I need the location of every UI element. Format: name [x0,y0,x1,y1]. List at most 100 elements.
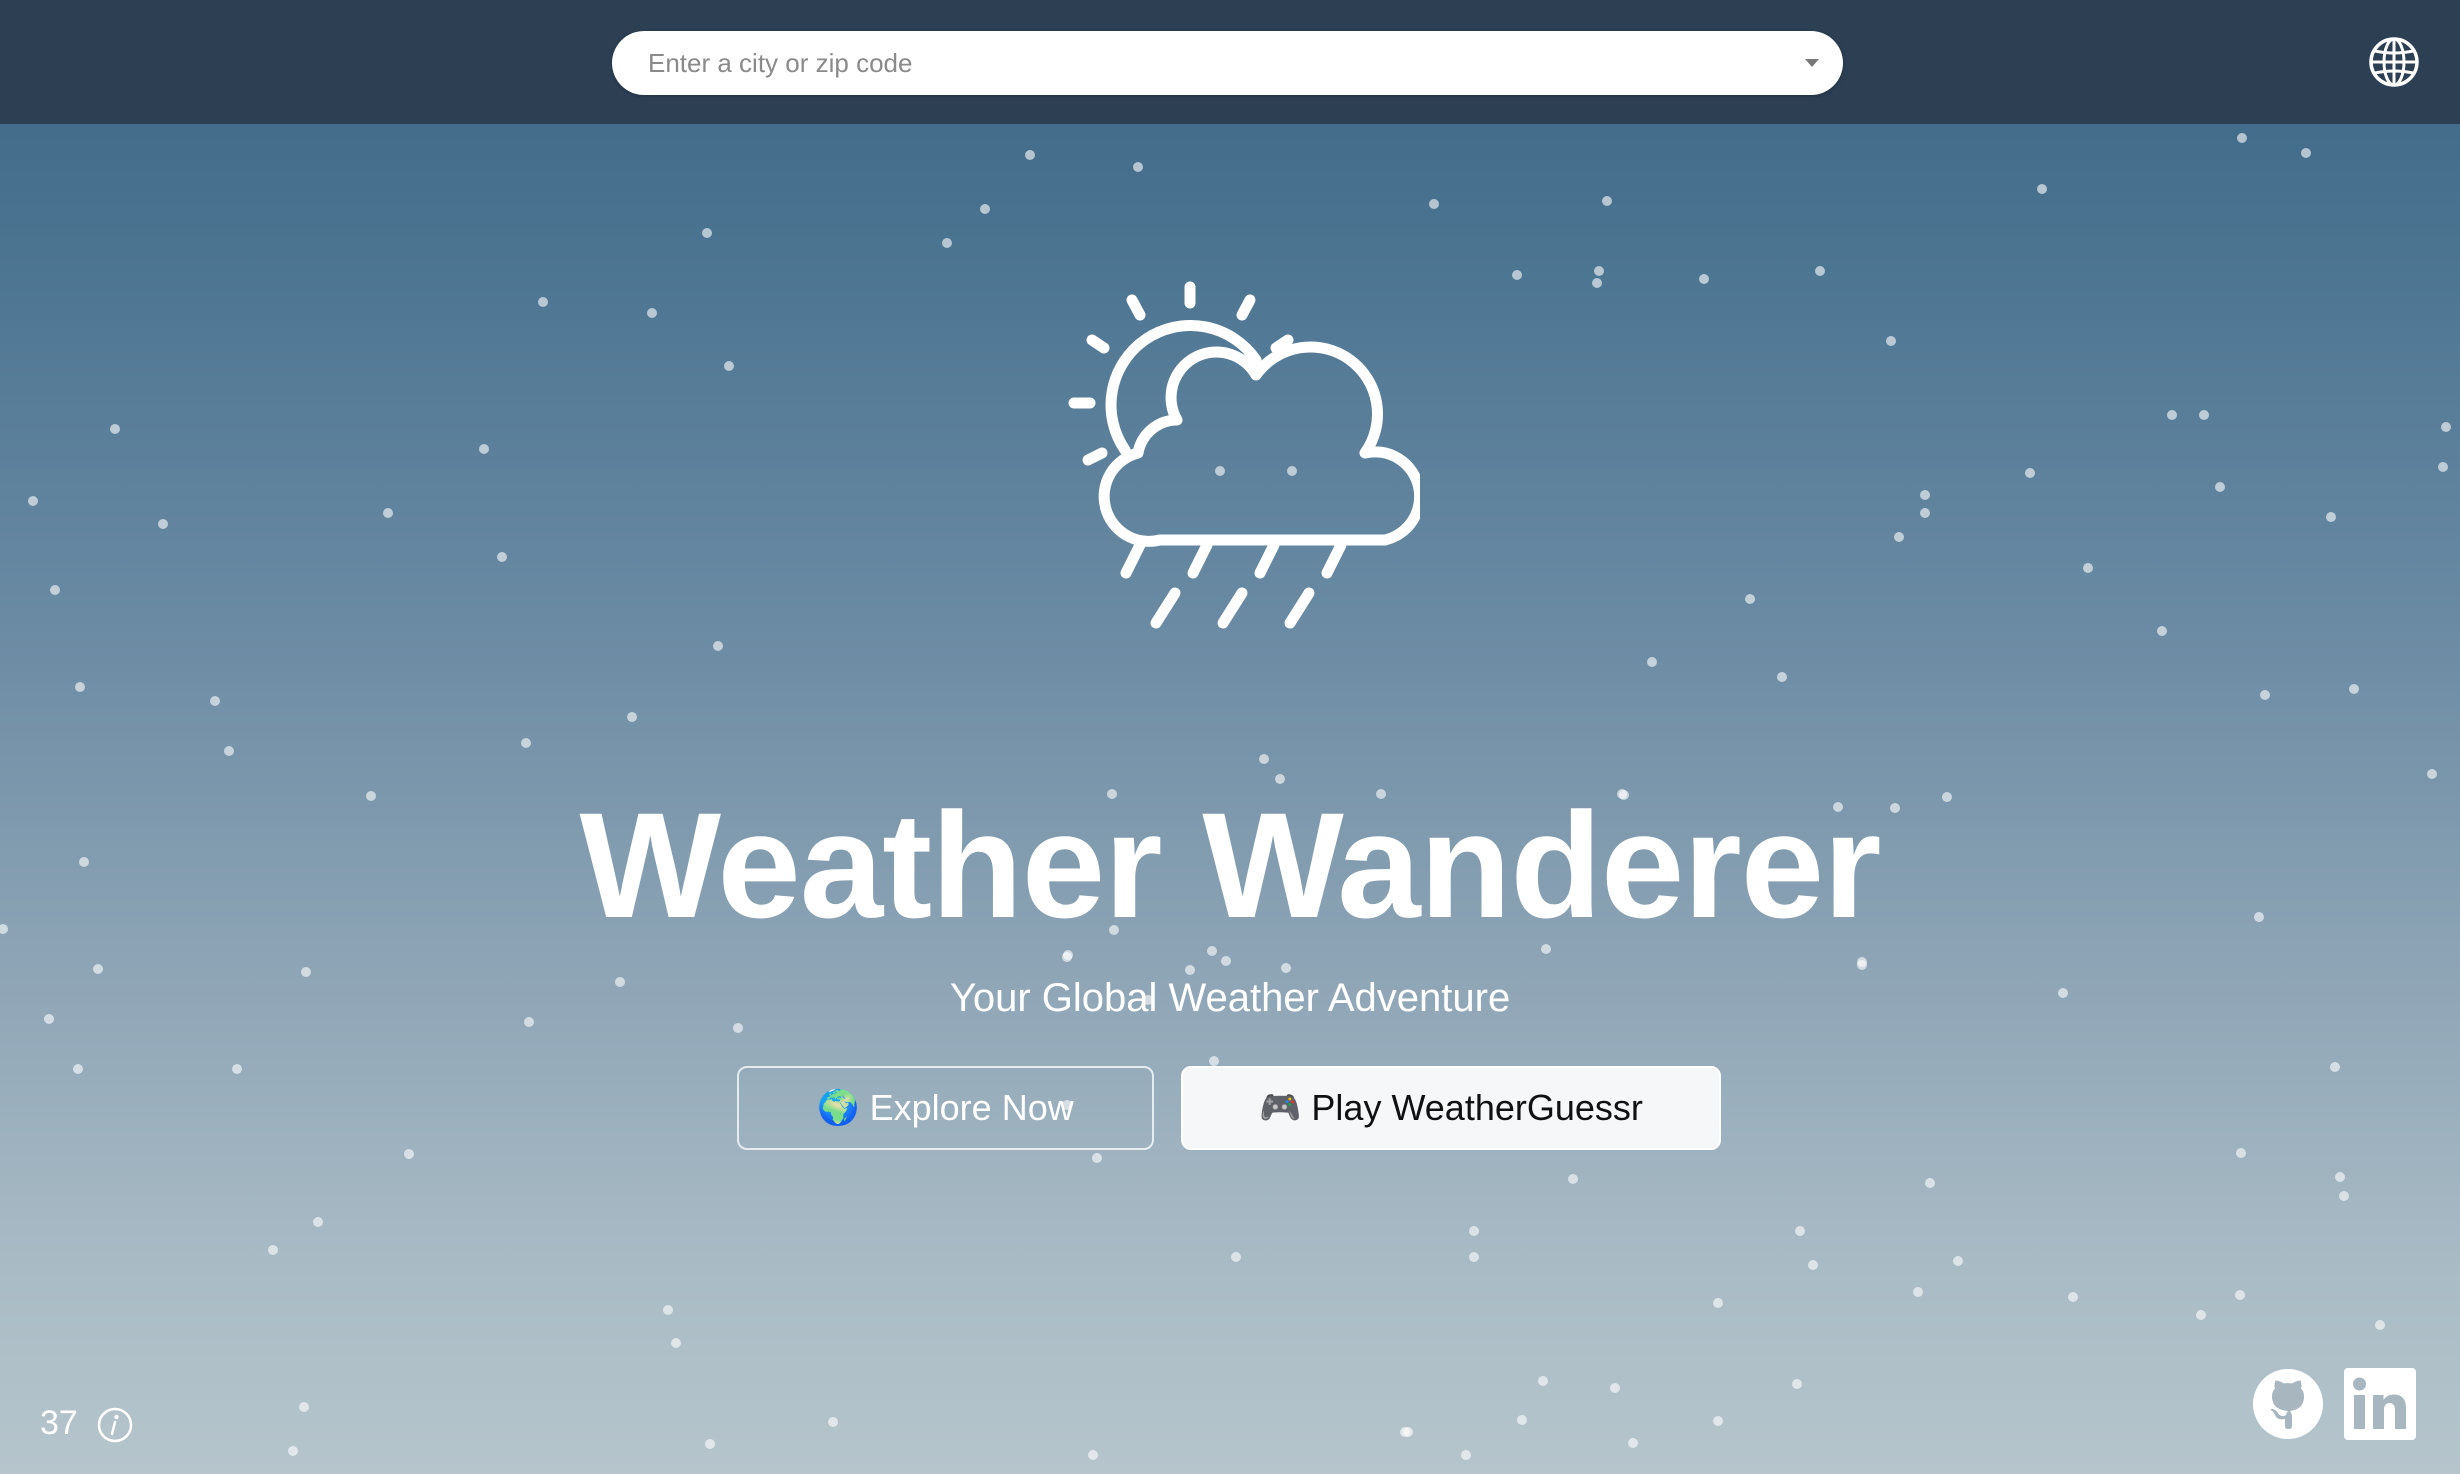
snow-dot [1209,1056,1219,1066]
snow-dot [232,1064,242,1074]
snow-dot [627,712,637,722]
snow-dot [1699,274,1709,284]
snow-dot [647,308,657,318]
snow-dot [702,228,712,238]
snow-dot [383,508,393,518]
sun-cloud-rain-icon [1068,281,1420,629]
snow-dot [73,1064,83,1074]
snow-dot [313,1217,323,1227]
snow-dot [497,552,507,562]
snow-dot [2025,468,2035,478]
snow-dot [724,361,734,371]
snow-dot [1221,956,1231,966]
explore-now-label: Explore Now [869,1087,1074,1128]
snow-dot [50,585,60,595]
snow-dot [1894,532,1904,542]
snow-dot [713,641,723,651]
snow-dot [1429,199,1439,209]
search-box[interactable] [612,31,1843,95]
snow-dot [1602,196,1612,206]
snow-dot [2167,410,2177,420]
snow-dot [1920,508,1930,518]
snow-dot [2235,1290,2245,1300]
snow-dot [1745,594,1755,604]
snow-dot [1815,266,1825,276]
snow-dot [2083,563,2093,573]
globe-icon[interactable] [2366,34,2422,90]
snow-dot [2301,148,2311,158]
snow-dot [1795,1226,1805,1236]
snow-dot [2441,422,2451,432]
snow-dot [1920,490,1930,500]
snow-dot [75,682,85,692]
snow-dot [299,1402,309,1412]
snow-dot [538,297,548,307]
snow-dot [1512,270,1522,280]
snow-dot [2215,482,2225,492]
snow-dot [980,204,990,214]
explore-now-button[interactable]: 🌍 Explore Now [737,1066,1154,1150]
snow-dot [2260,690,2270,700]
snow-dot [2330,1062,2340,1072]
counter-value: 37 [40,1404,78,1442]
snow-dot [828,1417,838,1427]
snow-dot [1469,1252,1479,1262]
game-controller-emoji-icon: 🎮 [1259,1089,1302,1127]
snow-dot [1592,278,1602,288]
snow-dot [2196,1310,2206,1320]
snow-dot [705,1439,715,1449]
page-title: Weather Wanderer [579,781,1881,949]
snow-dot [671,1338,681,1348]
snow-dot [479,444,489,454]
snow-dot [1092,1153,1102,1163]
search-input[interactable] [648,31,1768,95]
top-bar [0,0,2460,124]
snow-dot [1259,754,1269,764]
snow-dot [1025,150,1035,160]
snow-dot [404,1149,414,1159]
snow-dot [1538,1376,1548,1386]
play-weatherguessr-label: Play WeatherGuessr [1311,1087,1643,1128]
snow-dot [2037,184,2047,194]
snow-dot [2438,462,2448,472]
play-weatherguessr-button[interactable]: 🎮 Play WeatherGuessr [1181,1066,1721,1150]
snow-dot [28,496,38,506]
snow-dot [268,1245,278,1255]
snow-dot [210,696,220,706]
snow-dot [942,238,952,248]
snow-dot [663,1305,673,1315]
snow-dot [1777,672,1787,682]
snow-dot [2237,133,2247,143]
snow-dot [1594,266,1604,276]
snow-dot [1953,1256,1963,1266]
snow-dot [2375,1320,2385,1330]
snow-dot [1568,1174,1578,1184]
github-icon[interactable] [2252,1368,2324,1440]
globe-emoji-icon: 🌍 [817,1089,860,1127]
info-icon[interactable] [96,1406,134,1444]
snow-dot [2339,1191,2349,1201]
snow-dot [1628,1438,1638,1448]
snow-dot [1925,1178,1935,1188]
snow-dot [1713,1298,1723,1308]
snow-dot [110,424,120,434]
snow-dot [521,738,531,748]
snow-dot [1913,1287,1923,1297]
snow-dot [2068,1292,2078,1302]
snow-particles [0,133,2451,1460]
snow-dot [1088,1450,1098,1460]
snow-dot [1461,1450,1471,1460]
dropdown-caret-icon[interactable] [1805,59,1819,67]
linkedin-icon[interactable] [2344,1368,2416,1440]
snow-dot [2157,626,2167,636]
snow-dot [1792,1379,1802,1389]
snow-dot [2335,1172,2345,1182]
page: Weather Wanderer Your Global Weather Adv… [0,0,2460,1474]
snow-dot [1062,952,1072,962]
snow-dot [158,519,168,529]
snow-dot [2199,410,2209,420]
snow-dot [2326,512,2336,522]
snow-dot [1886,336,1896,346]
snow-dot [2236,1148,2246,1158]
snow-dot [288,1446,298,1456]
